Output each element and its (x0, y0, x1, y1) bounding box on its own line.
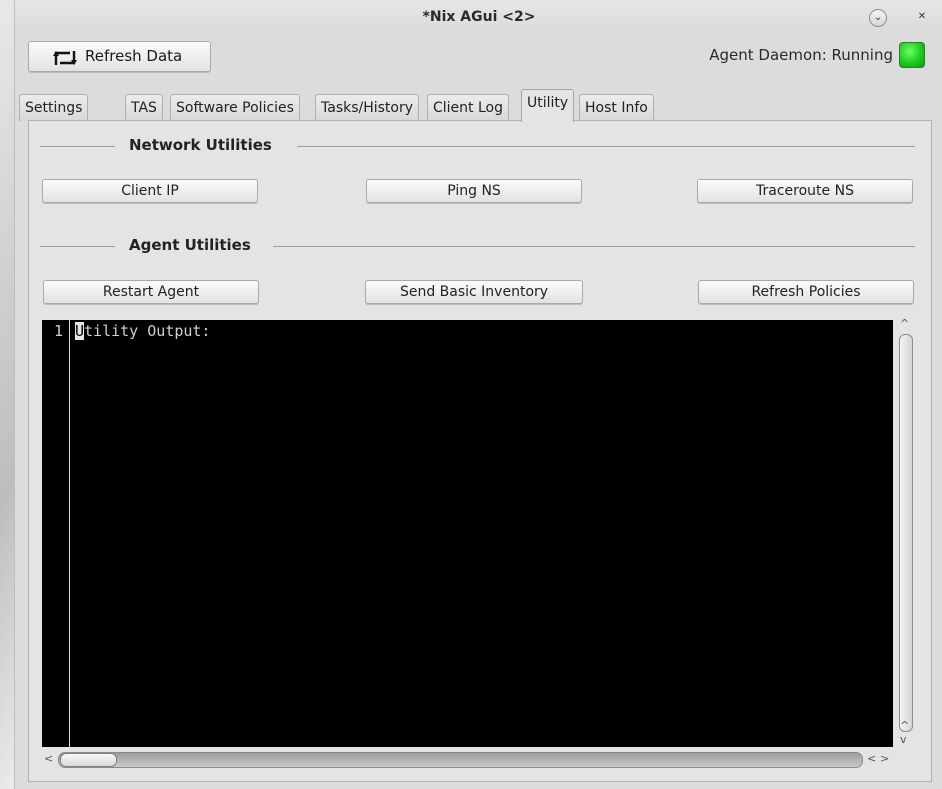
send-basic-inventory-button[interactable]: Send Basic Inventory (365, 280, 583, 304)
horizontal-scroll-track[interactable] (58, 752, 863, 768)
scroll-right-icon[interactable]: > (880, 752, 889, 765)
tab-label: TAS (131, 100, 157, 116)
title-bar[interactable]: *Nix AGui <2> ⌄ ✕ (15, 0, 942, 36)
divider (40, 146, 115, 147)
vertical-scroll-thumb[interactable] (899, 334, 913, 732)
output-text: Utility Output: (75, 322, 210, 340)
refresh-policies-button[interactable]: Refresh Policies (698, 280, 914, 304)
divider (40, 246, 115, 247)
tab-tas[interactable]: TAS (125, 94, 163, 121)
client-ip-button[interactable]: Client IP (42, 179, 258, 203)
refresh-arrows-icon (52, 48, 78, 77)
divider (297, 146, 915, 147)
tab-label: Settings (25, 100, 83, 116)
status-led-icon (899, 42, 925, 68)
utility-output-editor[interactable]: 1 Utility Output: (42, 320, 893, 747)
daemon-status-text: Agent Daemon: Running (709, 46, 893, 64)
scroll-up-icon[interactable]: ^ (900, 719, 909, 732)
close-icon: ✕ (917, 11, 927, 22)
line-number: 1 (53, 322, 63, 340)
restart-agent-button[interactable]: Restart Agent (43, 280, 259, 304)
scroll-down-icon[interactable]: v (900, 733, 907, 746)
vertical-scrollbar[interactable]: ^ ^ v (894, 317, 916, 750)
scroll-up-icon[interactable]: ^ (900, 317, 909, 330)
tab-label: Tasks/History (321, 100, 414, 116)
tab-label: Host Info (585, 100, 648, 116)
chevron-down-icon: ⌄ (873, 12, 883, 23)
app-window: *Nix AGui <2> ⌄ ✕ Refresh Data Agent Dae… (14, 0, 942, 789)
output-line: tility Output: (84, 322, 211, 340)
close-button[interactable]: ✕ (914, 9, 930, 25)
horizontal-scrollbar[interactable]: < < > (42, 749, 893, 769)
horizontal-scroll-thumb[interactable] (60, 753, 117, 767)
tab-label: Software Policies (176, 100, 294, 116)
tab-settings[interactable]: Settings (19, 94, 89, 121)
tab-utility[interactable]: Utility (521, 89, 575, 122)
tab-client-log[interactable]: Client Log (427, 94, 509, 121)
line-number-gutter: 1 (42, 320, 70, 747)
scroll-left-icon[interactable]: < (44, 752, 53, 765)
tab-host-info[interactable]: Host Info (579, 94, 654, 121)
ping-ns-button[interactable]: Ping NS (366, 179, 582, 203)
divider (273, 246, 915, 247)
tab-software-policies[interactable]: Software Policies (170, 94, 300, 121)
text-cursor: U (75, 322, 85, 340)
tab-label: Utility (527, 95, 569, 111)
window-title: *Nix AGui <2> (422, 9, 536, 25)
refresh-data-label: Refresh Data (85, 47, 183, 65)
tab-tasks-history[interactable]: Tasks/History (315, 94, 420, 121)
network-utilities-title: Network Utilities (119, 136, 282, 154)
tab-label: Client Log (433, 100, 503, 116)
refresh-data-button[interactable]: Refresh Data (28, 41, 211, 72)
agent-utilities-title: Agent Utilities (119, 236, 261, 254)
scroll-left-icon[interactable]: < (867, 752, 876, 765)
traceroute-ns-button[interactable]: Traceroute NS (697, 179, 913, 203)
minimize-button[interactable]: ⌄ (869, 9, 887, 27)
